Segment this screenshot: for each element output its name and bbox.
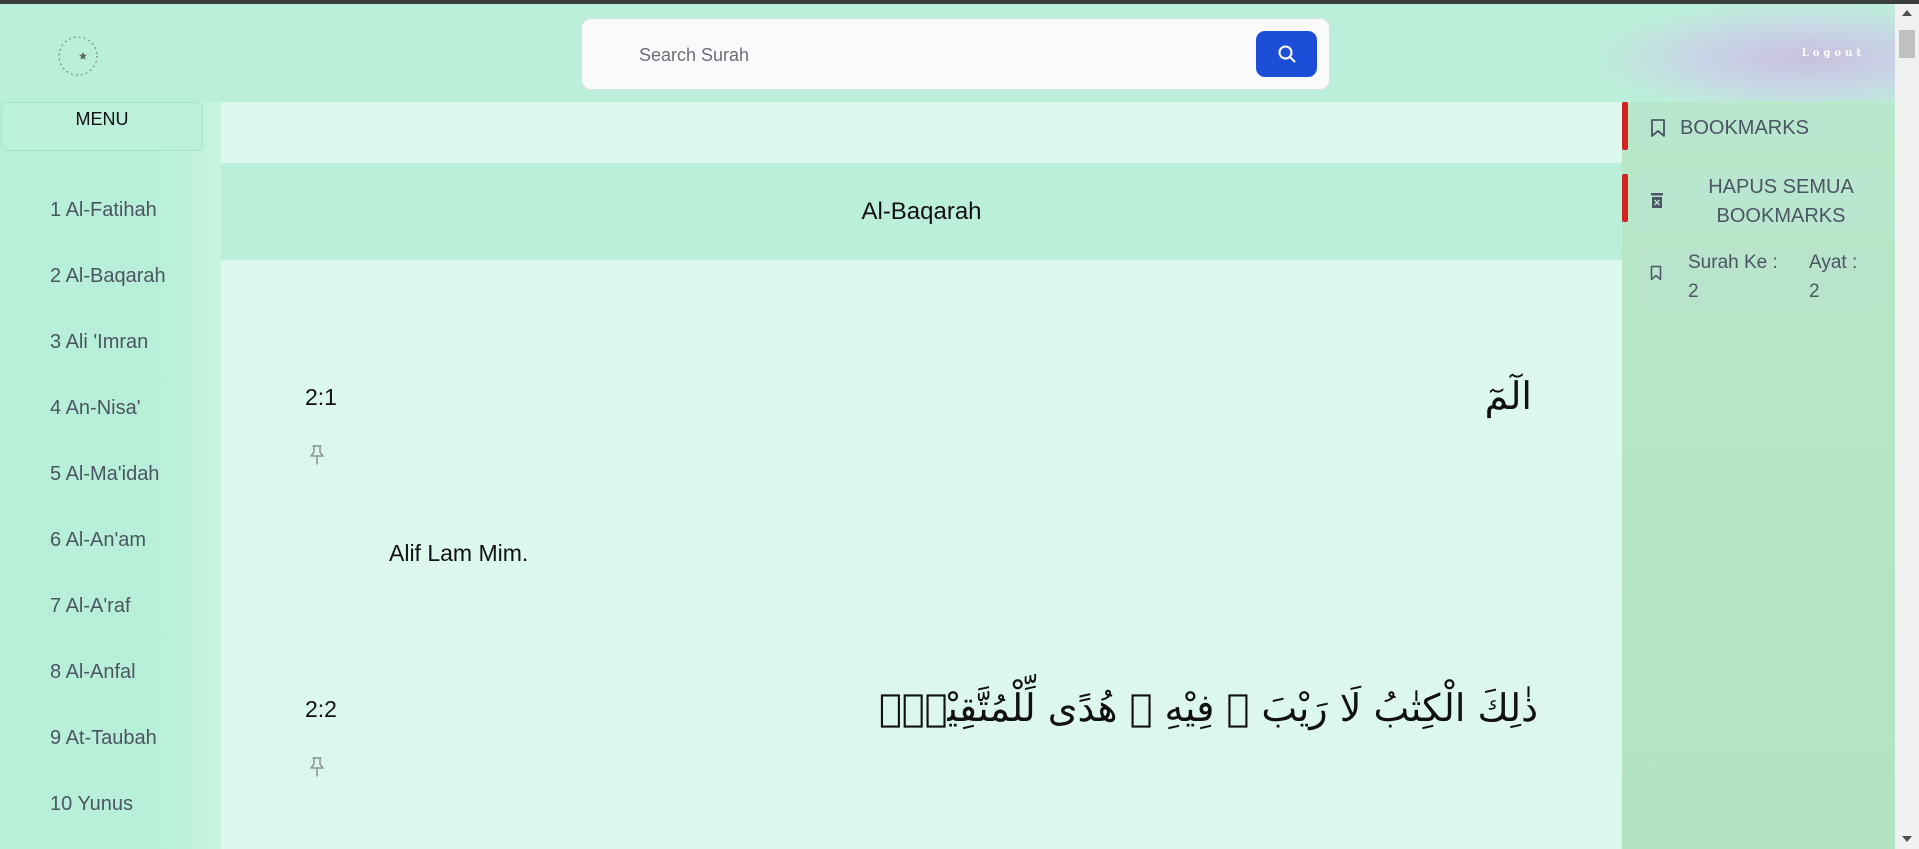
bookmarks-panel: BOOKMARKS HAPUS SEMUA BOOKMARKS Surah Ke… — [1622, 102, 1895, 849]
search-input[interactable] — [639, 41, 1199, 69]
accent-bar — [1622, 102, 1628, 150]
bookmark-icon — [1651, 119, 1665, 137]
scroll-up-arrow[interactable] — [1902, 10, 1912, 16]
search-button[interactable] — [1256, 31, 1317, 77]
sidebar-item-surah[interactable]: 3 Ali 'Imran — [50, 330, 166, 396]
bookmark-ayah-value: 2 — [1809, 281, 1820, 302]
accent-bar — [1622, 174, 1628, 222]
scroll-down-arrow[interactable] — [1902, 836, 1912, 842]
sidebar: MENU 1 Al-Fatihah 2 Al-Baqarah 3 Ali 'Im… — [0, 102, 221, 849]
ayah-number: 2:2 — [305, 696, 337, 722]
bookmark-surah: Surah Ke : 2 — [1688, 248, 1778, 306]
sidebar-item-surah[interactable]: 7 Al-A'raf — [50, 594, 166, 660]
header: Logout — [0, 4, 1895, 102]
menu-label: MENU — [75, 109, 129, 129]
bookmark-ayah-label: Ayat : — [1809, 252, 1858, 273]
bookmark-item[interactable]: Surah Ke : 2 Ayat : 2 — [1636, 248, 1886, 309]
scroll-thumb[interactable] — [1899, 30, 1915, 58]
bookmark-icon — [1650, 265, 1662, 281]
sidebar-item-surah[interactable]: 9 At-Taubah — [50, 726, 166, 792]
delete-all-bookmarks-button[interactable]: HAPUS SEMUA BOOKMARKS — [1636, 168, 1886, 234]
sidebar-item-surah[interactable]: 1 Al-Fatihah — [50, 198, 166, 264]
bookmark-surah-value: 2 — [1688, 281, 1699, 302]
sidebar-item-surah[interactable]: 8 Al-Anfal — [50, 660, 166, 726]
sidebar-item-surah[interactable]: 6 Al-An'am — [50, 528, 166, 594]
logo-icon[interactable] — [56, 34, 100, 78]
sidebar-item-surah[interactable]: 5 Al-Ma'idah — [50, 462, 166, 528]
logout-area: Logout — [1600, 4, 1895, 102]
ayah-number: 2:1 — [305, 384, 337, 410]
pin-icon[interactable] — [307, 756, 327, 778]
surah-title: Al-Baqarah — [861, 197, 982, 225]
main-content: Al-Baqarah 2:1 الٓمٓ Alif Lam Mim. 2:2 ذ… — [221, 102, 1622, 849]
sidebar-item-surah[interactable]: 4 An-Nisa' — [50, 396, 166, 462]
search-bar — [581, 18, 1330, 90]
surah-list: 1 Al-Fatihah 2 Al-Baqarah 3 Ali 'Imran 4… — [50, 198, 166, 849]
bookmark-surah-label: Surah Ke : — [1688, 252, 1778, 273]
bookmarks-button[interactable]: BOOKMARKS — [1636, 104, 1886, 152]
ayah-arabic-text: ذٰلِكَ الْكِتٰبُ لَا رَيْبَ ۛ فِيْهِ ۛ ه… — [878, 686, 1538, 730]
main-top-spacer — [221, 102, 1622, 163]
pin-icon[interactable] — [307, 444, 327, 466]
trash-icon — [1651, 193, 1663, 208]
menu-header[interactable]: MENU — [1, 102, 203, 151]
search-icon — [1278, 45, 1295, 63]
ayah-arabic-text: الٓمٓ — [1484, 374, 1532, 418]
surah-title-band: Al-Baqarah — [221, 163, 1622, 260]
bookmarks-label: BOOKMARKS — [1680, 117, 1809, 139]
ayah-translation: Alif Lam Mim. — [389, 540, 529, 566]
sidebar-item-surah[interactable]: 10 Yunus — [50, 792, 166, 849]
sidebar-item-surah[interactable]: 2 Al-Baqarah — [50, 264, 166, 330]
delete-all-label: HAPUS SEMUA BOOKMARKS — [1708, 176, 1854, 227]
scrollbar[interactable] — [1895, 4, 1919, 849]
logout-button[interactable]: Logout — [1802, 48, 1865, 59]
bookmark-ayah: Ayat : 2 — [1809, 248, 1857, 306]
